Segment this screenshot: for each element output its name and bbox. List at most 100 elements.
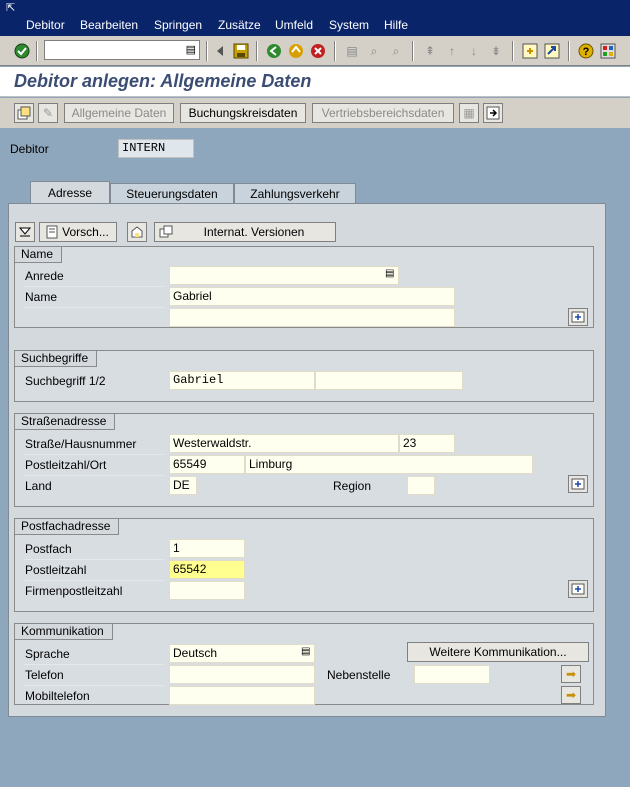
row-divider — [23, 580, 163, 581]
vorschau-button[interactable]: Vorsch... — [39, 222, 117, 242]
postfach-field[interactable]: 1 — [169, 539, 245, 558]
sprache-field[interactable]: Deutsch — [169, 644, 315, 663]
strasse-field[interactable]: Westerwaldstr. — [169, 434, 399, 453]
nebenstelle-field[interactable] — [414, 665, 490, 684]
toolbar-separator — [256, 41, 258, 61]
hausnummer-field[interactable]: 23 — [399, 434, 455, 453]
debitor-label: Debitor — [10, 142, 49, 156]
next-screen-icon[interactable] — [483, 103, 503, 123]
tab-steuerungsdaten[interactable]: Steuerungsdaten — [110, 183, 234, 203]
print-preview-icon — [46, 225, 58, 239]
command-field[interactable]: ▤ — [44, 40, 200, 60]
collapse-left-icon[interactable] — [210, 41, 230, 61]
firmenpostleitzahl-field[interactable] — [169, 581, 245, 600]
postfach-label: Postfach — [25, 542, 72, 556]
postleitzahl-field[interactable]: 65542 — [169, 560, 245, 579]
find-next-icon[interactable]: ⌕ — [386, 41, 406, 61]
group-strassenadresse-title: Straßenadresse — [15, 414, 116, 430]
display-change-icon[interactable]: ✎ — [38, 103, 58, 123]
more-fields-icon[interactable] — [568, 308, 588, 326]
mobil-details-icon[interactable]: ➡ — [561, 686, 581, 704]
strasse-label: Straße/Hausnummer — [25, 437, 137, 451]
suchbegriff-label: Suchbegriff 1/2 — [25, 374, 106, 388]
menu-hilfe[interactable]: Hilfe — [384, 18, 408, 32]
mobiltelefon-label: Mobiltelefon — [25, 689, 90, 703]
application-toolbar: ✎ Allgemeine Daten Buchungskreisdaten Ve… — [0, 98, 630, 128]
name2-field[interactable] — [169, 308, 455, 327]
dropdown-list-icon[interactable]: ▤ — [186, 43, 196, 56]
vertriebsbereichsdaten-button[interactable]: Vertriebsbereichsdaten — [312, 103, 454, 123]
plz-field[interactable]: 65549 — [169, 455, 245, 474]
toolbar-separator — [568, 41, 570, 61]
first-page-icon[interactable]: ⇞ — [420, 41, 440, 61]
region-field[interactable] — [407, 476, 435, 495]
internat-versionen-label: Internat. Versionen — [203, 225, 305, 239]
save-icon[interactable] — [231, 41, 251, 61]
print-icon[interactable]: ▤ — [342, 41, 362, 61]
other-debitor-icon[interactable] — [14, 103, 34, 123]
more-fields-icon[interactable] — [568, 580, 588, 598]
row-divider — [23, 454, 163, 455]
suchbegriff2-field[interactable] — [315, 371, 463, 390]
toolbar-separator — [206, 41, 208, 61]
telefon-details-icon[interactable]: ➡ — [561, 665, 581, 683]
name-field[interactable]: Gabriel — [169, 287, 455, 306]
next-page-icon[interactable]: ↓ — [464, 41, 484, 61]
plz-ort-label: Postleitzahl/Ort — [25, 458, 107, 472]
telefon-label: Telefon — [25, 668, 64, 682]
additional-data-icon[interactable]: ▦ — [459, 103, 479, 123]
layout-menu-icon[interactable] — [598, 41, 618, 61]
tab-adresse[interactable]: Adresse — [30, 181, 110, 203]
svg-text:?: ? — [583, 46, 590, 58]
more-fields-icon[interactable] — [568, 475, 588, 493]
menu-umfeld[interactable]: Umfeld — [275, 18, 313, 32]
exit-icon[interactable] — [286, 41, 306, 61]
land-field[interactable]: DE — [169, 476, 197, 495]
weitere-kommunikation-button[interactable]: Weitere Kommunikation... — [407, 642, 589, 662]
menu-system[interactable]: System — [329, 18, 369, 32]
title-band: Debitor anlegen: Allgemeine Daten — [0, 67, 630, 97]
sap-window-icon[interactable]: ⇱ — [6, 1, 15, 14]
anrede-field[interactable] — [169, 266, 399, 285]
row-divider — [23, 559, 163, 560]
tab-panel-adresse: Vorsch... Internat. Versionen Name Anred… — [8, 203, 606, 717]
cancel-icon[interactable] — [308, 41, 328, 61]
new-session-icon[interactable] — [520, 41, 540, 61]
suchbegriff1-field[interactable]: Gabriel — [169, 371, 315, 390]
telefon-field[interactable] — [169, 665, 315, 684]
row-divider — [23, 286, 163, 287]
nebenstelle-label: Nebenstelle — [327, 668, 391, 682]
menu-zusaetze[interactable]: Zusätze — [218, 18, 261, 32]
back-icon[interactable] — [264, 41, 284, 61]
ort-field[interactable]: Limburg — [245, 455, 533, 474]
expand-collapse-icon[interactable] — [15, 222, 35, 242]
debitor-field: INTERN — [118, 139, 194, 158]
help-icon[interactable]: ? — [576, 41, 596, 61]
tab-zahlungsverkehr[interactable]: Zahlungsverkehr — [234, 183, 356, 203]
row-divider — [23, 475, 163, 476]
internat-versionen-button[interactable]: Internat. Versionen — [154, 222, 336, 242]
menu-bearbeiten[interactable]: Bearbeiten — [80, 18, 138, 32]
row-divider — [23, 664, 163, 665]
group-name-title: Name — [15, 247, 63, 263]
previous-page-icon[interactable]: ↑ — [442, 41, 462, 61]
menu-debitor[interactable]: Debitor — [26, 18, 65, 32]
group-postfachadresse: Postfachadresse Postfach 1 Postleitzahl … — [14, 518, 594, 612]
dropdown-list-icon[interactable]: ▤ — [385, 268, 394, 279]
menu-springen[interactable]: Springen — [154, 18, 202, 32]
name-label: Name — [25, 290, 58, 304]
allgemeine-daten-button[interactable]: Allgemeine Daten — [64, 103, 174, 123]
enter-icon[interactable] — [12, 41, 32, 61]
row-divider — [23, 685, 163, 686]
menu-bar: Debitor Bearbeiten Springen Zusätze Umfe… — [0, 16, 630, 36]
buchungskreisdaten-button[interactable]: Buchungskreisdaten — [180, 103, 306, 123]
find-icon[interactable]: ⌕ — [364, 41, 384, 61]
group-name: Name Anrede ▤ Name Gabriel — [14, 246, 594, 328]
last-page-icon[interactable]: ⇟ — [486, 41, 506, 61]
mobiltelefon-field[interactable] — [169, 686, 315, 705]
shortcut-icon[interactable] — [542, 41, 562, 61]
region-label: Region — [333, 479, 372, 493]
address-check-icon[interactable] — [127, 222, 147, 242]
dropdown-list-icon[interactable]: ▤ — [301, 646, 310, 657]
toolbar-separator — [512, 41, 514, 61]
